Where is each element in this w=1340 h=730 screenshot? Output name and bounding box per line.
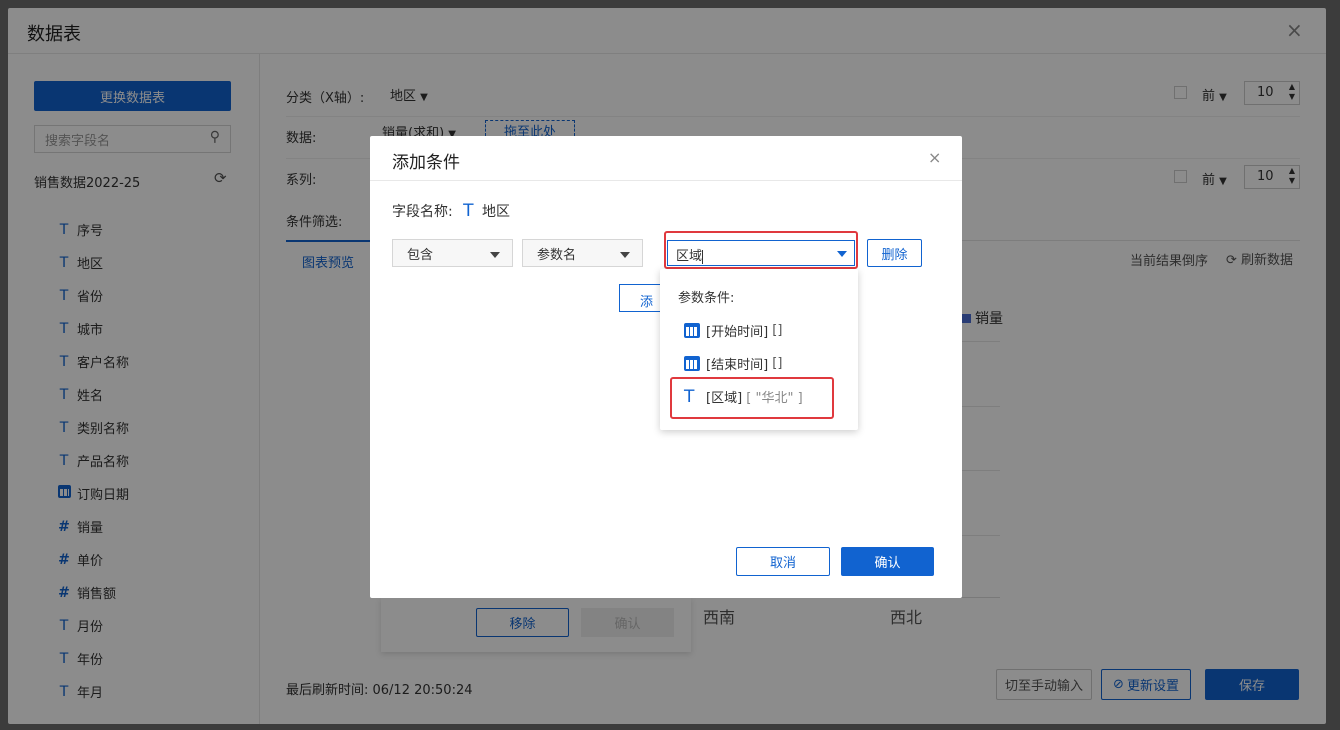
drag-target: 拖至此处	[485, 120, 575, 136]
param-input[interactable]: 区域	[667, 240, 855, 266]
calendar-icon	[684, 323, 700, 338]
text-type-icon: T	[463, 201, 474, 221]
dropdown-item-region[interactable]: T [区域] [ "华北" ]	[684, 380, 803, 413]
param-dropdown: 参数条件: [开始时间] [] [结束时间] [] T [区域] [ "华北" …	[660, 269, 858, 430]
delete-button[interactable]: 删除	[867, 239, 922, 267]
value-type-select[interactable]: 参数名	[522, 239, 643, 267]
operator-select[interactable]: 包含	[392, 239, 513, 267]
field-name-label: 字段名称:	[392, 204, 453, 220]
confirm-button[interactable]: 确认	[841, 547, 934, 576]
data-value-chip: 销量(求和) ▼	[382, 126, 456, 136]
field-name-row: 字段名称: T 地区	[392, 201, 510, 221]
dialog-close-icon[interactable]: ×	[928, 148, 941, 167]
calendar-icon	[684, 356, 700, 371]
text-type-icon: T	[684, 386, 695, 407]
dropdown-item-start-time[interactable]: [开始时间] []	[684, 314, 782, 347]
chevron-down-icon[interactable]	[837, 251, 847, 257]
field-name-value: 地区	[482, 204, 511, 220]
dropdown-header: 参数条件:	[678, 291, 735, 306]
dialog-header: 添加条件 ×	[370, 136, 962, 181]
dropdown-item-end-time[interactable]: [结束时间] []	[684, 347, 782, 380]
chevron-down-icon	[490, 252, 500, 258]
cancel-button[interactable]: 取消	[736, 547, 830, 576]
chevron-down-icon	[620, 252, 630, 258]
dialog-title: 添加条件	[392, 153, 460, 173]
add-button[interactable]: 添加	[619, 284, 661, 312]
